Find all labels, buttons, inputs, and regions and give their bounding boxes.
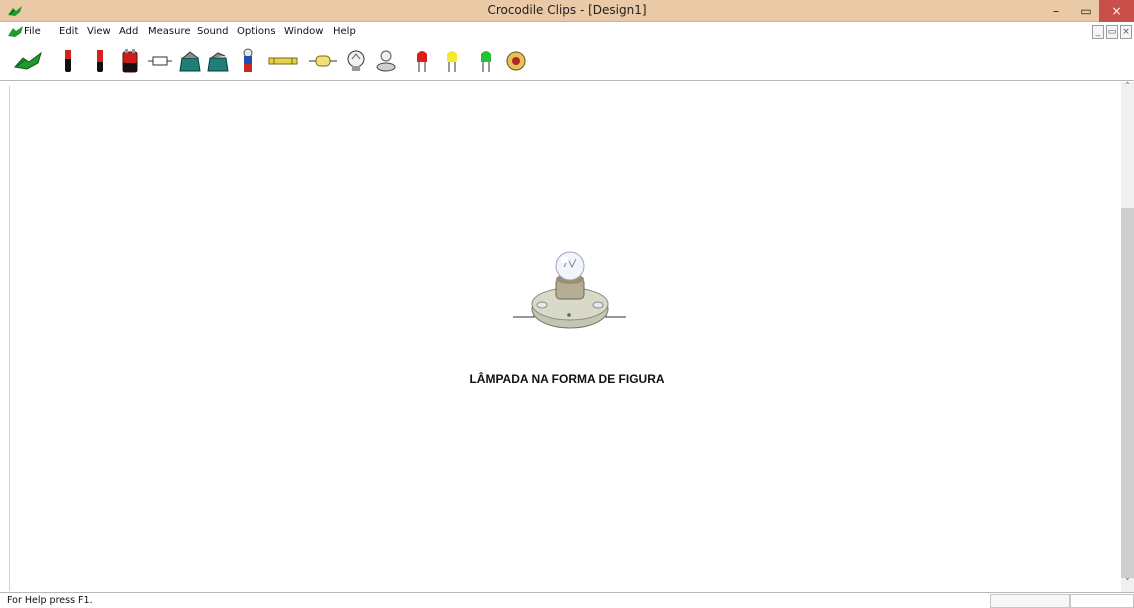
red-led-icon[interactable]	[410, 47, 434, 75]
mdi-restore-button[interactable]: ▭	[1106, 25, 1118, 39]
green-led-icon[interactable]	[474, 47, 498, 75]
fuse-icon[interactable]	[236, 47, 260, 75]
menu-options[interactable]: Options	[237, 26, 276, 37]
minimize-button[interactable]: –	[1041, 0, 1071, 22]
menu-edit[interactable]: Edit	[59, 26, 78, 37]
switch-icon[interactable]	[178, 47, 202, 75]
bulb-icon[interactable]	[344, 47, 368, 75]
menu-add[interactable]: Add	[119, 26, 138, 37]
scroll-thumb[interactable]	[1121, 208, 1134, 578]
crocodile-icon[interactable]	[12, 47, 44, 75]
lamp-caption: LÂMPADA NA FORMA DE FIGURA	[469, 372, 665, 386]
battery-pack-icon[interactable]	[118, 47, 142, 75]
lamp-component[interactable]	[512, 249, 628, 339]
close-button[interactable]: ×	[1099, 0, 1134, 22]
switch-2-icon[interactable]	[206, 47, 230, 75]
maximize-button[interactable]: ▭	[1071, 0, 1101, 22]
scroll-up-icon[interactable]: ˄	[1121, 82, 1134, 96]
yellow-led-icon[interactable]	[440, 47, 464, 75]
battery-icon[interactable]	[88, 47, 112, 75]
mdi-close-button[interactable]: ×	[1120, 25, 1132, 39]
buzzer-icon[interactable]	[504, 47, 528, 75]
battery-cell-icon[interactable]	[56, 47, 80, 75]
crocodile-document-icon[interactable]	[7, 25, 25, 39]
menu-help[interactable]: Help	[333, 26, 356, 37]
scroll-down-icon[interactable]: ˅	[1121, 578, 1134, 592]
resistor-icon[interactable]	[148, 47, 172, 75]
menu-bar: File Edit View Add Measure Sound Options…	[0, 22, 1134, 43]
status-panel	[990, 594, 1070, 608]
menu-window[interactable]: Window	[284, 26, 323, 37]
capacitor-icon[interactable]	[308, 47, 338, 75]
component-toolbar	[0, 43, 1134, 81]
title-bar: Crocodile Clips - [Design1] – ▭ ×	[0, 0, 1134, 22]
mdi-controls: _ ▭ ×	[1092, 25, 1134, 41]
vertical-scrollbar[interactable]: ˄ ˅	[1121, 82, 1134, 592]
window-title: Crocodile Clips - [Design1]	[487, 3, 647, 17]
menu-file[interactable]: File	[24, 26, 41, 37]
mdi-minimize-button[interactable]: _	[1092, 25, 1104, 39]
menu-view[interactable]: View	[87, 26, 111, 37]
status-panel-2	[1070, 594, 1134, 608]
bulb-holder-icon[interactable]	[374, 47, 398, 75]
status-help-text: For Help press F1.	[7, 595, 93, 606]
menu-sound[interactable]: Sound	[197, 26, 229, 37]
variable-resistor-icon[interactable]	[262, 47, 304, 75]
menu-measure[interactable]: Measure	[148, 26, 191, 37]
status-bar: For Help press F1.	[0, 592, 1134, 608]
